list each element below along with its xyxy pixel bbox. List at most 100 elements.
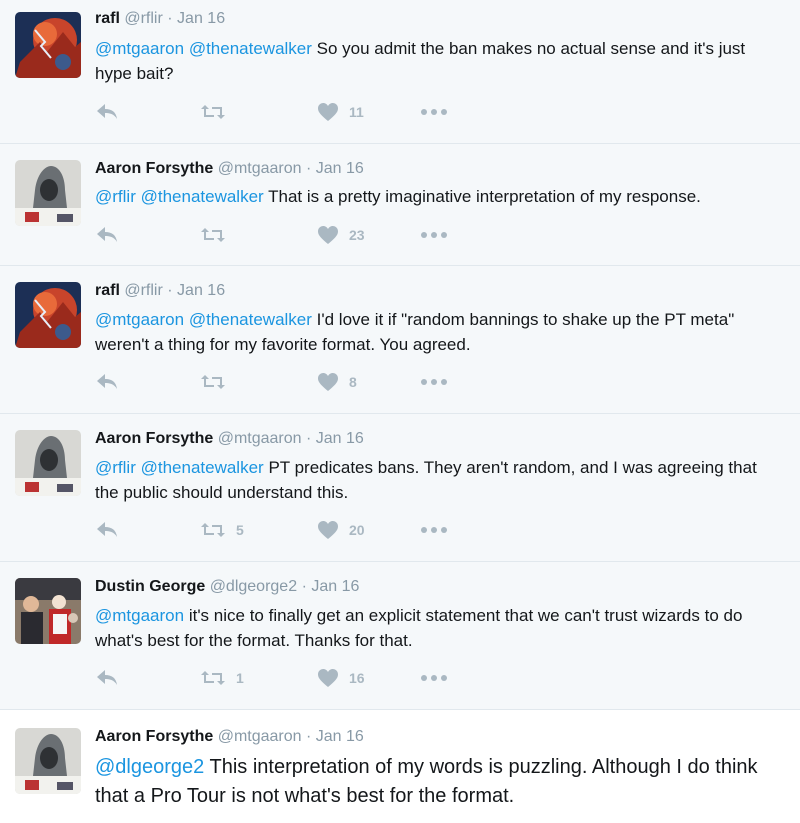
user-avatar[interactable] [15,160,81,226]
user-avatar[interactable] [15,578,81,644]
tweet[interactable]: Aaron Forsythe @mtgaaron · Jan 16 @rflir… [0,414,800,562]
tweet[interactable]: Dustin George @dlgeorge2 · Jan 16 @mtgaa… [0,562,800,710]
like-button[interactable]: 16 [317,666,365,690]
tweet-header: Aaron Forsythe @mtgaaron · Jan 16 [95,728,364,746]
more-button[interactable] [420,100,448,124]
more-button[interactable] [420,518,448,542]
focused-tweet[interactable]: Aaron Forsythe @mtgaaron · Jan 16 @dlgeo… [0,710,800,823]
like-button[interactable]: 23 [317,223,365,247]
tweet-body: it's nice to finally get an explicit sta… [95,606,743,650]
tweet[interactable]: rafl @rflir · Jan 16 @mtgaaron @thenatew… [0,0,800,144]
tweet-date[interactable]: Jan 16 [311,578,359,595]
like-button[interactable]: 11 [317,100,364,124]
author-handle[interactable]: @mtgaaron [218,728,302,745]
tweet-text: @mtgaaron it's nice to finally get an ex… [95,603,785,653]
more-dots-icon [421,232,447,238]
more-dots-icon [421,109,447,115]
tweet-text: @rflir @thenatewalker That is a pretty i… [95,184,785,209]
mention-link[interactable]: @thenatewalker [141,458,264,477]
tweet-date[interactable]: Jan 16 [316,728,364,745]
retweet-button[interactable] [200,370,236,394]
more-dots-icon [421,379,447,385]
mention-link[interactable]: @thenatewalker [189,310,312,329]
tweet-header: rafl @rflir · Jan 16 [95,282,225,300]
tweet-text: @mtgaaron @thenatewalker I'd love it if … [95,307,785,357]
heart-icon [318,669,338,687]
tweet-text: @dlgeorge2 This interpretation of my wor… [95,753,785,811]
tweet-text: @mtgaaron @thenatewalker So you admit th… [95,36,785,86]
mention-link[interactable]: @dlgeorge2 [95,756,204,778]
heart-icon [318,226,338,244]
tweet-header: Aaron Forsythe @mtgaaron · Jan 16 [95,160,364,178]
reply-icon [97,227,117,242]
author-name[interactable]: rafl [95,282,120,299]
retweet-icon [201,523,225,537]
reply-icon [97,522,117,537]
retweet-button[interactable]: 1 [200,666,244,690]
reply-icon [97,374,117,389]
retweet-button[interactable] [200,223,236,247]
more-button[interactable] [420,666,448,690]
more-button[interactable] [420,223,448,247]
reply-button[interactable] [95,223,119,247]
heart-icon [318,373,338,391]
mention-link[interactable]: @thenatewalker [189,39,312,58]
retweet-button[interactable]: 5 [200,518,244,542]
like-count: 20 [349,522,365,538]
author-handle[interactable]: @rflir [124,10,162,27]
retweet-count: 1 [236,670,244,686]
tweet-header: Aaron Forsythe @mtgaaron · Jan 16 [95,430,364,448]
user-avatar[interactable] [15,282,81,348]
separator: · [167,282,173,299]
reply-button[interactable] [95,518,119,542]
reply-button[interactable] [95,100,119,124]
more-dots-icon [421,675,447,681]
tweet-header: rafl @rflir · Jan 16 [95,10,225,28]
mention-link[interactable]: @rflir [95,187,136,206]
mention-link[interactable]: @mtgaaron [95,39,184,58]
mention-link[interactable]: @mtgaaron [95,310,184,329]
author-handle[interactable]: @dlgeorge2 [210,578,297,595]
like-button[interactable]: 8 [317,370,357,394]
tweet[interactable]: Aaron Forsythe @mtgaaron · Jan 16 @rflir… [0,144,800,266]
tweet-date[interactable]: Jan 16 [316,160,364,177]
tweet-date[interactable]: Jan 16 [316,430,364,447]
user-avatar[interactable] [15,12,81,78]
author-handle[interactable]: @rflir [124,282,162,299]
retweet-icon [201,228,225,242]
tweet-text: @rflir @thenatewalker PT predicates bans… [95,455,785,505]
retweet-icon [201,671,225,685]
reply-icon [97,670,117,685]
author-name[interactable]: Dustin George [95,578,205,595]
author-handle[interactable]: @mtgaaron [218,430,302,447]
separator: · [306,160,312,177]
retweet-button[interactable] [200,100,236,124]
author-handle[interactable]: @mtgaaron [218,160,302,177]
user-avatar[interactable] [15,728,81,794]
like-count: 16 [349,670,365,686]
like-button[interactable]: 20 [317,518,365,542]
mention-link[interactable]: @mtgaaron [95,606,184,625]
author-name[interactable]: rafl [95,10,120,27]
tweet[interactable]: rafl @rflir · Jan 16 @mtgaaron @thenatew… [0,266,800,414]
separator: · [167,10,173,27]
author-name[interactable]: Aaron Forsythe [95,430,213,447]
like-count: 23 [349,227,365,243]
mention-link[interactable]: @thenatewalker [141,187,264,206]
reply-button[interactable] [95,666,119,690]
separator: · [306,728,312,745]
more-button[interactable] [420,370,448,394]
reply-icon [97,104,117,119]
tweet-date[interactable]: Jan 16 [177,282,225,299]
reply-button[interactable] [95,370,119,394]
retweet-icon [201,105,225,119]
author-name[interactable]: Aaron Forsythe [95,728,213,745]
user-avatar[interactable] [15,430,81,496]
tweet-date[interactable]: Jan 16 [177,10,225,27]
heart-icon [318,521,338,539]
tweet-body: That is a pretty imaginative interpretat… [268,187,701,206]
mention-link[interactable]: @rflir [95,458,136,477]
retweet-count: 5 [236,522,244,538]
author-name[interactable]: Aaron Forsythe [95,160,213,177]
heart-icon [318,103,338,121]
